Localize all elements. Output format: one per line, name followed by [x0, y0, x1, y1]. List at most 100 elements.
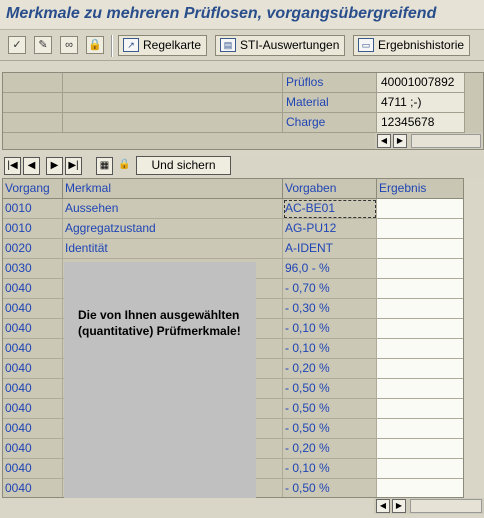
lock-icon[interactable]: 🔒	[86, 36, 104, 54]
cell-vorgang: 0040	[3, 479, 63, 497]
header-label-material: Material	[283, 93, 377, 113]
cell-vorgaben: - 0,20 %	[283, 439, 377, 459]
table-toolbar: |◀ ◀ ▶ ▶| ▦ 🔒 Und sichern	[0, 154, 484, 178]
header-blank-cell	[63, 113, 283, 133]
annotation-text: Die von Ihnen ausgewählten (quantitative…	[78, 308, 241, 338]
column-header-vorgaben[interactable]: Vorgaben	[283, 179, 377, 199]
cell-merkmal: Aggregatzustand	[63, 219, 283, 239]
cell-ergebnis[interactable]	[377, 379, 463, 399]
cell-vorgaben: - 0,50 %	[283, 399, 377, 419]
cell-ergebnis[interactable]	[377, 459, 463, 479]
header-label-charge: Charge	[283, 113, 377, 133]
cell-vorgaben: AC-BE01	[283, 199, 377, 219]
cell-vorgang: 0020	[3, 239, 63, 259]
cell-vorgang: 0040	[3, 279, 63, 299]
glasses-icon[interactable]: ∞	[60, 36, 78, 54]
header-horizontal-scrollbar[interactable]: ◀ ▶	[375, 133, 483, 149]
cell-vorgaben: - 0,20 %	[283, 359, 377, 379]
cell-vorgang: 0040	[3, 319, 63, 339]
header-blank-cell	[3, 113, 63, 133]
header-label-prueflos: Prüflos	[283, 73, 377, 93]
table-row[interactable]: 0010 Aussehen AC-BE01	[3, 199, 463, 219]
cell-vorgaben: - 0,50 %	[283, 479, 377, 497]
lock-icon[interactable]: 🔒	[116, 157, 133, 175]
header-blank-cell	[63, 93, 283, 113]
cell-vorgang: 0010	[3, 219, 63, 239]
scroll-left-icon[interactable]: ◀	[376, 499, 390, 513]
header-blank-cell	[3, 73, 63, 93]
previous-page-icon[interactable]: ◀	[23, 157, 40, 175]
cell-vorgang: 0040	[3, 439, 63, 459]
history-icon: ▭	[358, 38, 374, 52]
cell-vorgaben: - 0,30 %	[283, 299, 377, 319]
cell-ergebnis[interactable]	[377, 399, 463, 419]
next-page-icon[interactable]: ▶	[46, 157, 63, 175]
cell-merkmal: Aussehen	[63, 199, 283, 219]
table-horizontal-scrollbar[interactable]: ◀ ▶	[374, 498, 484, 514]
cell-ergebnis[interactable]	[377, 239, 463, 259]
cell-ergebnis[interactable]	[377, 279, 463, 299]
regelkarte-label: Regelkarte	[143, 38, 202, 52]
header-blank-cell	[63, 73, 283, 93]
cell-vorgang: 0040	[3, 359, 63, 379]
table-row[interactable]: 0020 Identität A-IDENT	[3, 239, 463, 259]
cell-vorgaben: - 0,50 %	[283, 379, 377, 399]
title-bar: Merkmale zu mehreren Prüflosen, vorgangs…	[0, 0, 484, 30]
check-icon[interactable]: ✓	[8, 36, 26, 54]
column-header-vorgang[interactable]: Vorgang	[3, 179, 63, 199]
cell-ergebnis[interactable]	[377, 259, 463, 279]
cell-ergebnis[interactable]	[377, 419, 463, 439]
regelkarte-button[interactable]: ↗ Regelkarte	[118, 35, 208, 56]
cell-vorgaben: - 0,10 %	[283, 459, 377, 479]
scroll-left-icon[interactable]: ◀	[377, 134, 391, 148]
ergebnishistorie-label: Ergebnishistorie	[378, 38, 465, 52]
cell-vorgang: 0040	[3, 419, 63, 439]
header-value-charge: 12345678	[377, 113, 465, 133]
table-settings-icon[interactable]: ▦	[96, 157, 113, 175]
cell-vorgang: 0030	[3, 259, 63, 279]
cell-ergebnis[interactable]	[377, 319, 463, 339]
scroll-right-icon[interactable]: ▶	[393, 134, 407, 148]
cell-ergebnis[interactable]	[377, 479, 463, 497]
cell-ergebnis[interactable]	[377, 439, 463, 459]
cell-vorgaben: - 0,10 %	[283, 339, 377, 359]
cell-ergebnis[interactable]	[377, 339, 463, 359]
scroll-right-icon[interactable]: ▶	[392, 499, 406, 513]
sti-auswertungen-button[interactable]: ▤ STI-Auswertungen	[215, 35, 346, 56]
header-value-material: 4711 ;-)	[377, 93, 465, 113]
header-blank-cell	[3, 93, 63, 113]
cell-vorgang: 0010	[3, 199, 63, 219]
table-row[interactable]: 0010 Aggregatzustand AG-PU12	[3, 219, 463, 239]
scrollbar-track[interactable]	[410, 499, 482, 513]
cell-vorgaben: 96,0 - %	[283, 259, 377, 279]
cell-vorgaben: - 0,70 %	[283, 279, 377, 299]
cell-ergebnis[interactable]	[377, 219, 463, 239]
cell-vorgaben: - 0,50 %	[283, 419, 377, 439]
toolbar-separator	[111, 35, 113, 57]
first-page-icon[interactable]: |◀	[4, 157, 21, 175]
column-header-ergebnis[interactable]: Ergebnis	[377, 179, 463, 199]
scrollbar-track[interactable]	[411, 134, 481, 148]
sti-label: STI-Auswertungen	[240, 38, 340, 52]
cell-vorgang: 0040	[3, 299, 63, 319]
cell-vorgaben: AG-PU12	[283, 219, 377, 239]
table-header-row: Vorgang Merkmal Vorgaben Ergebnis	[3, 179, 463, 199]
chart-icon: ↗	[123, 38, 139, 52]
cell-ergebnis[interactable]	[377, 299, 463, 319]
header-table: Prüflos 40001007892 Material 4711 ;-) Ch…	[2, 72, 484, 150]
cell-vorgang: 0040	[3, 399, 63, 419]
cell-ergebnis[interactable]	[377, 359, 463, 379]
cell-ergebnis[interactable]	[377, 199, 463, 219]
column-header-merkmal[interactable]: Merkmal	[63, 179, 283, 199]
pencil-icon[interactable]: ✎	[34, 36, 52, 54]
ergebnishistorie-button[interactable]: ▭ Ergebnishistorie	[353, 35, 471, 56]
report-icon: ▤	[220, 38, 236, 52]
cell-vorgang: 0040	[3, 379, 63, 399]
last-page-icon[interactable]: ▶|	[65, 157, 82, 175]
cell-merkmal: Identität	[63, 239, 283, 259]
application-toolbar: ✓ ✎ ∞ 🔒 ↗ Regelkarte ▤ STI-Auswertungen …	[0, 31, 484, 61]
cell-vorgaben: - 0,10 %	[283, 319, 377, 339]
und-sichern-button[interactable]: Und sichern	[136, 156, 231, 175]
annotation-callout: Die von Ihnen ausgewählten (quantitative…	[64, 262, 256, 498]
cell-vorgang: 0040	[3, 459, 63, 479]
